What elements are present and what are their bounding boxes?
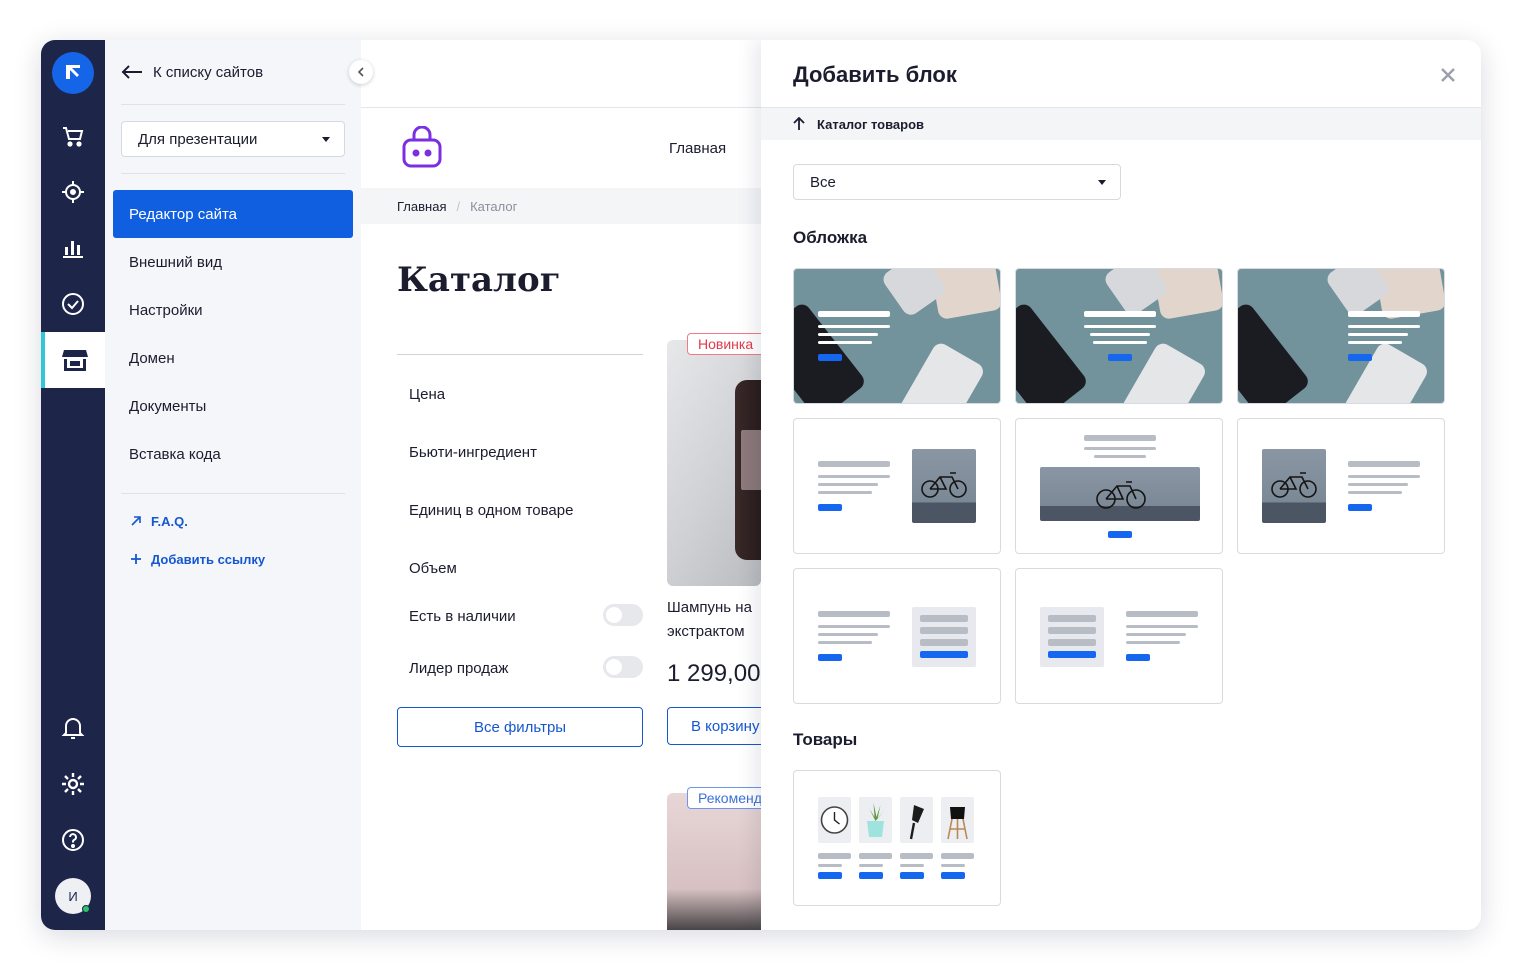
gear-icon[interactable] — [41, 756, 105, 812]
breadcrumb: Главная / Каталог — [361, 188, 761, 224]
shop-cart-icon[interactable] — [41, 108, 105, 164]
app-window: И К списку сайтов Для презентации Редакт… — [41, 40, 1481, 930]
chair-thumbnail — [941, 797, 974, 843]
online-status-dot — [82, 905, 90, 913]
bar-chart-icon[interactable] — [41, 220, 105, 276]
avatar-initial: И — [68, 888, 78, 904]
filter-price[interactable]: Цена — [409, 386, 445, 403]
storefront-icon[interactable] — [41, 332, 105, 388]
preview-toolbar — [361, 40, 761, 108]
shop-bag-logo-icon[interactable] — [399, 125, 445, 175]
lamp-thumbnail — [900, 797, 933, 843]
divider — [121, 493, 345, 494]
icon-rail: И — [41, 40, 105, 930]
faq-link[interactable]: F.A.Q. — [131, 511, 188, 531]
divider — [397, 354, 643, 355]
breadcrumb-home[interactable]: Главная — [397, 199, 446, 214]
panel-title: Добавить блок — [793, 62, 957, 87]
product-name-line: Шампунь на — [667, 599, 752, 616]
target-icon[interactable] — [41, 164, 105, 220]
add-to-cart-button[interactable]: В корзину — [667, 707, 761, 745]
cover-block-left[interactable] — [793, 268, 1001, 404]
filter-units[interactable]: Единиц в одном товаре — [409, 502, 573, 519]
arrow-left-icon — [121, 65, 142, 79]
chevron-left-icon — [357, 67, 364, 77]
menu-documents[interactable]: Документы — [113, 382, 353, 430]
breadcrumb-separator: / — [456, 198, 461, 214]
add-link-button[interactable]: Добавить ссылку — [131, 549, 265, 569]
filter-bestseller-label: Лидер продаж — [409, 660, 509, 677]
cover-image-text-block[interactable] — [1237, 418, 1445, 554]
product-image[interactable] — [667, 340, 761, 586]
back-link-label: К списку сайтов — [153, 63, 264, 81]
filter-volume[interactable]: Объем — [409, 560, 457, 577]
menu-code-insert[interactable]: Вставка кода — [113, 430, 353, 478]
product-name[interactable]: Шампунь на экстрактом — [667, 596, 752, 644]
chevron-down-icon — [1098, 179, 1106, 185]
cover-text-form-block[interactable] — [793, 568, 1001, 704]
cover-wide-image-block[interactable] — [1015, 418, 1223, 554]
menu-domain[interactable]: Домен — [113, 334, 353, 382]
product-name-line: экстрактом — [667, 623, 745, 640]
collapse-sidebar-button[interactable] — [349, 60, 373, 84]
app-logo-icon[interactable] — [52, 52, 94, 94]
cover-text-image-block[interactable] — [793, 418, 1001, 554]
panel-breadcrumb[interactable]: Каталог товаров — [761, 108, 1481, 140]
site-preview: Главная Главная / Каталог Каталог Цена Б… — [361, 40, 761, 930]
external-arrow-icon — [131, 516, 141, 526]
goods-grid-block[interactable] — [793, 770, 1001, 906]
avatar[interactable]: И — [55, 878, 91, 914]
divider — [121, 104, 345, 105]
all-filters-button[interactable]: Все фильтры — [397, 707, 643, 747]
faq-label: F.A.Q. — [151, 513, 188, 529]
breadcrumb-current: Каталог — [470, 198, 518, 214]
filter-in-stock-label: Есть в наличии — [409, 608, 516, 625]
menu-settings[interactable]: Настройки — [113, 286, 353, 334]
add-link-label: Добавить ссылку — [151, 551, 266, 567]
site-select-value: Для презентации — [138, 130, 258, 148]
site-select[interactable]: Для презентации — [121, 121, 345, 157]
close-icon[interactable] — [1437, 64, 1459, 86]
divider — [121, 173, 345, 174]
plus-icon — [131, 554, 141, 564]
bicycle-image — [1040, 467, 1200, 521]
bestseller-toggle[interactable] — [603, 656, 643, 678]
section-title-cover: Обложка — [793, 228, 868, 247]
product-image[interactable] — [667, 793, 761, 930]
block-category-select[interactable]: Все — [793, 164, 1121, 200]
bell-icon[interactable] — [41, 700, 105, 756]
section-title-goods: Товары — [793, 730, 858, 749]
in-stock-toggle[interactable] — [603, 604, 643, 626]
chevron-down-icon — [322, 136, 330, 142]
help-icon[interactable] — [41, 812, 105, 868]
cover-block-center[interactable] — [1015, 268, 1223, 404]
product-bottle-label — [741, 430, 761, 490]
cover-block-right[interactable] — [1237, 268, 1445, 404]
filter-beauty-ingredient[interactable]: Бьюти-ингредиент — [409, 444, 537, 461]
recommended-badge: Рекомендуем — [687, 787, 761, 809]
add-block-panel: Добавить блок Каталог товаров Все Обложк… — [761, 40, 1481, 930]
bicycle-image — [912, 449, 976, 523]
check-circle-icon[interactable] — [41, 276, 105, 332]
clock-thumbnail — [818, 797, 851, 843]
page-title: Каталог — [397, 260, 561, 300]
new-badge: Новинка — [687, 333, 761, 355]
block-category-value: Все — [810, 173, 836, 191]
panel-breadcrumb-label: Каталог товаров — [817, 116, 925, 132]
shop-nav-home[interactable]: Главная — [669, 140, 726, 157]
product-price: 1 299,00 — [667, 660, 761, 687]
bicycle-image — [1262, 449, 1326, 523]
arrow-up-icon — [793, 117, 805, 130]
menu-site-editor[interactable]: Редактор сайта — [113, 190, 353, 238]
menu-appearance[interactable]: Внешний вид — [113, 238, 353, 286]
plant-thumbnail — [859, 797, 892, 843]
cover-form-text-block[interactable] — [1015, 568, 1223, 704]
site-sidebar: К списку сайтов Для презентации Редактор… — [105, 40, 361, 930]
back-to-sites-link[interactable]: К списку сайтов — [121, 60, 263, 84]
